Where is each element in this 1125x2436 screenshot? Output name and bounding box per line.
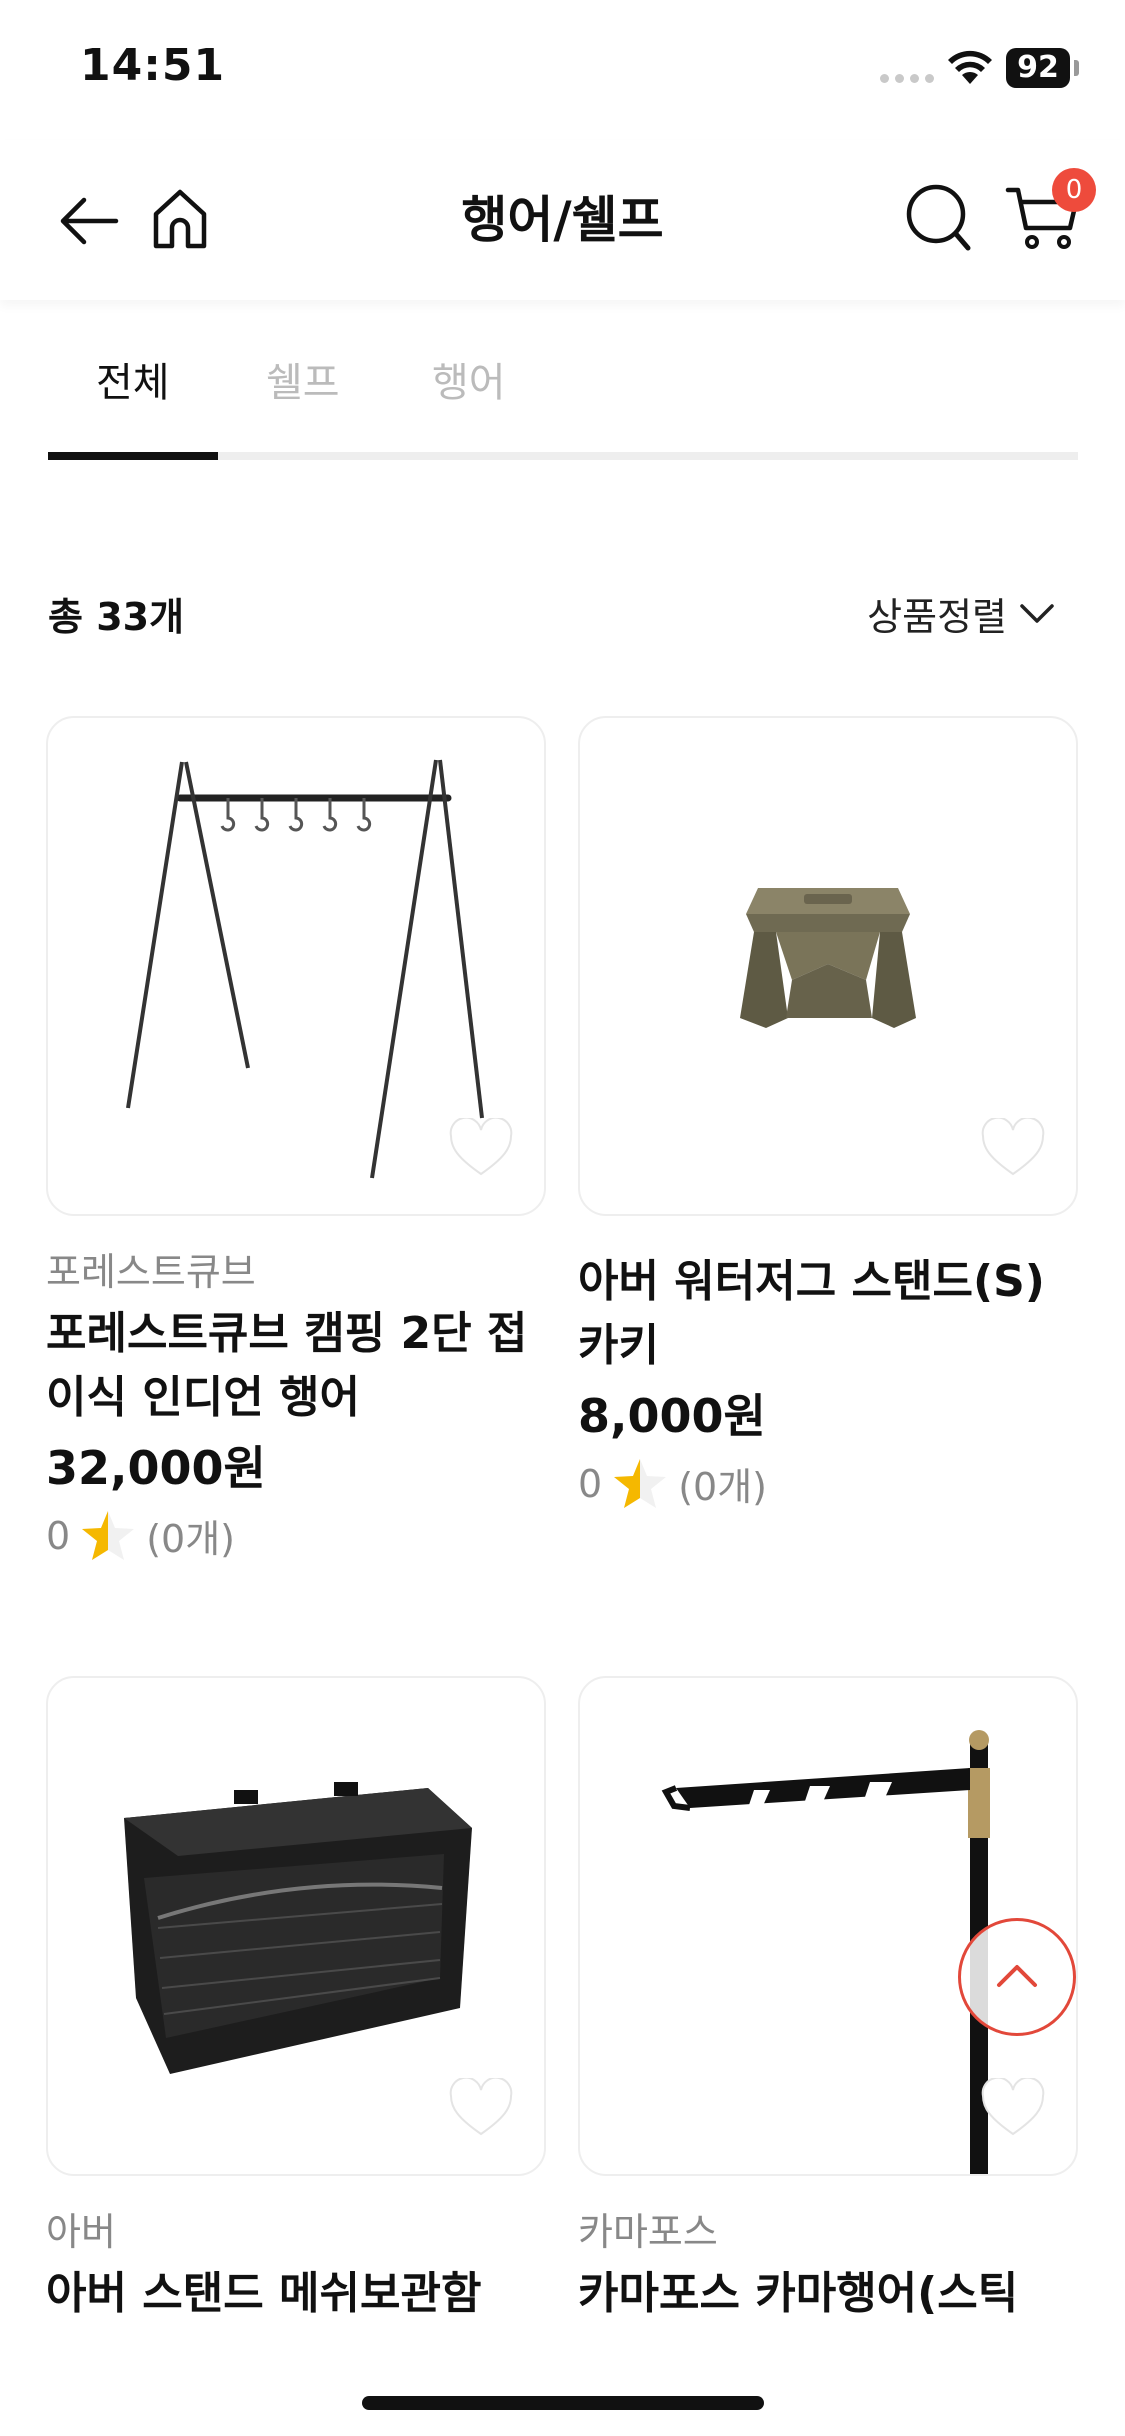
star-icon <box>614 1458 667 1508</box>
star-icon <box>82 1510 135 1560</box>
cart-count-badge: 0 <box>1052 168 1096 212</box>
sort-label: 상품정렬 <box>867 595 1007 639</box>
heart-icon[interactable] <box>448 1118 514 1178</box>
heart-icon[interactable] <box>980 1118 1046 1178</box>
active-tab-indicator <box>48 452 218 460</box>
status-bar: 14:51 92 <box>0 0 1125 140</box>
product-image[interactable] <box>46 1676 546 2176</box>
scroll-to-top-button[interactable] <box>958 1918 1076 2036</box>
product-rating: 0 (0개) <box>46 1508 546 1563</box>
product-name[interactable]: 카마포스 카마행어(스틱 <box>578 2262 1078 2326</box>
review-count: (0개) <box>146 1517 235 1561</box>
product-image[interactable] <box>578 716 1078 1216</box>
rating-score: 0 <box>46 1513 71 1558</box>
product-image[interactable] <box>46 716 546 1216</box>
product-brand: 포레스트큐브 <box>46 1250 256 1294</box>
sort-dropdown[interactable]: 상품정렬 <box>867 586 1055 641</box>
home-indicator <box>362 2396 764 2410</box>
product-rating: 0 (0개) <box>578 1456 1078 1511</box>
product-brand: 카마포스 <box>578 2210 718 2254</box>
product-card[interactable]: 아버 워터저그 스탠드(S) 카키 8,000원 0 (0개) <box>578 716 1078 1511</box>
rating-score: 0 <box>578 1461 603 1506</box>
product-brand: 아버 <box>46 2210 116 2254</box>
review-count: (0개) <box>678 1465 767 1509</box>
search-icon[interactable] <box>904 178 974 258</box>
product-card[interactable]: 포레스트큐브 포레스트큐브 캠핑 2단 접이식 인디언 행어 32,000원 0… <box>46 716 546 1563</box>
tab-hanger[interactable]: 행어 <box>432 350 506 408</box>
product-card[interactable]: 아버 아버 스탠드 메쉬보관함 <box>46 1676 546 2326</box>
product-name[interactable]: 아버 워터저그 스탠드(S) 카키 <box>578 1250 1078 1378</box>
category-tabs: 전체 쉘프 행어 <box>48 340 1078 462</box>
tab-all[interactable]: 전체 <box>96 350 170 408</box>
battery-tip <box>1074 60 1079 76</box>
product-price: 8,000원 <box>578 1389 766 1443</box>
product-price: 32,000원 <box>46 1441 266 1495</box>
product-name[interactable]: 아버 스탠드 메쉬보관함 <box>46 2262 546 2326</box>
product-name[interactable]: 포레스트큐브 캠핑 2단 접이식 인디언 행어 <box>46 1302 546 1430</box>
tab-shelf[interactable]: 쉘프 <box>266 350 340 408</box>
chevron-down-icon <box>1020 603 1054 623</box>
battery-icon: 92 <box>1006 48 1070 88</box>
top-navigation-bar: 행어/쉘프 0 <box>0 140 1125 300</box>
heart-icon[interactable] <box>448 2078 514 2138</box>
wifi-icon <box>948 50 992 84</box>
status-time: 14:51 <box>80 40 226 91</box>
product-count: 총 33개 <box>48 595 185 639</box>
chevron-up-icon <box>997 1965 1037 1987</box>
cellular-signal-icon <box>880 74 934 83</box>
heart-icon[interactable] <box>980 2078 1046 2138</box>
